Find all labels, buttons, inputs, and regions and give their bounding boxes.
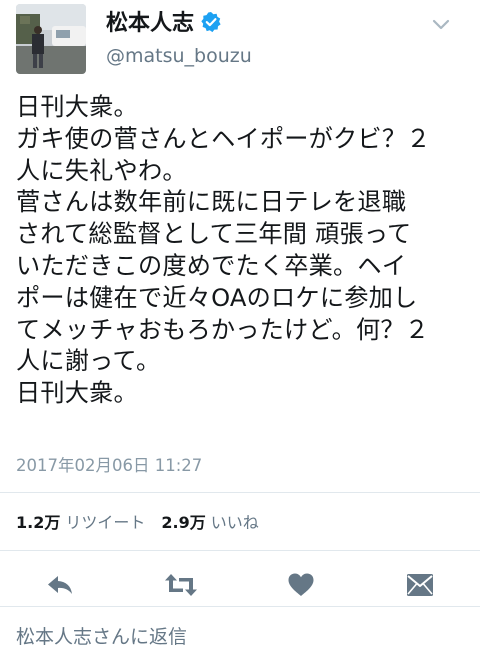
tweet-line: 日刊大衆。 <box>16 379 138 408</box>
retweets-label: リツイート <box>65 513 146 532</box>
tweet-stats: 1.2万 リツイート 2.9万 いいね <box>16 513 259 533</box>
divider <box>0 606 480 607</box>
like-icon[interactable] <box>286 570 316 600</box>
divider <box>0 492 480 493</box>
display-name[interactable]: 松本人志 <box>106 10 222 38</box>
tweet-line: ガキ使の菅さんとヘイポーがクビ？２ <box>16 124 431 153</box>
likes-stat[interactable]: 2.9万 いいね <box>161 513 258 532</box>
handle[interactable]: @matsu_bouzu <box>106 44 252 68</box>
divider <box>0 550 480 551</box>
tweet-text: 日刊大衆。 ガキ使の菅さんとヘイポーがクビ？２ 人に失礼やわ。 菅さんは数年前に… <box>16 92 471 410</box>
tweet-line: 日刊大衆。 <box>16 93 138 121</box>
retweet-icon[interactable] <box>163 570 199 600</box>
tweet-line: てメッチャおもろかったけど。何？２ <box>16 315 430 344</box>
avatar[interactable] <box>16 4 86 74</box>
retweets-stat[interactable]: 1.2万 リツイート <box>16 513 145 532</box>
direct-message-icon[interactable] <box>405 570 435 600</box>
tweet-line: ポーは健在で近々OAのロケに参加し <box>16 283 418 312</box>
likes-count: 2.9万 <box>161 513 206 532</box>
tweet-line: 人に謝って。 <box>16 347 161 376</box>
tweet-line: 菅さんは数年前に既に日テレを退職 <box>16 188 407 217</box>
retweets-count: 1.2万 <box>16 513 61 532</box>
tweet-header: 松本人志 @matsu_bouzu <box>0 0 480 86</box>
tweet-line: 人に失礼やわ。 <box>16 156 187 185</box>
likes-label: いいね <box>210 513 259 532</box>
tweet-timestamp[interactable]: 2017年02月06日 11:27 <box>16 456 202 476</box>
verified-badge-icon <box>200 11 222 33</box>
reply-input[interactable]: 松本人志さんに返信 <box>16 624 187 650</box>
tweet-line: されて総監督として三年間 頑張って <box>16 220 412 249</box>
reply-icon[interactable] <box>45 570 75 600</box>
chevron-down-icon[interactable] <box>432 16 450 30</box>
display-name-text: 松本人志 <box>106 11 195 36</box>
tweet-line: いただきこの度めでたく卒業。ヘイ <box>16 251 407 280</box>
